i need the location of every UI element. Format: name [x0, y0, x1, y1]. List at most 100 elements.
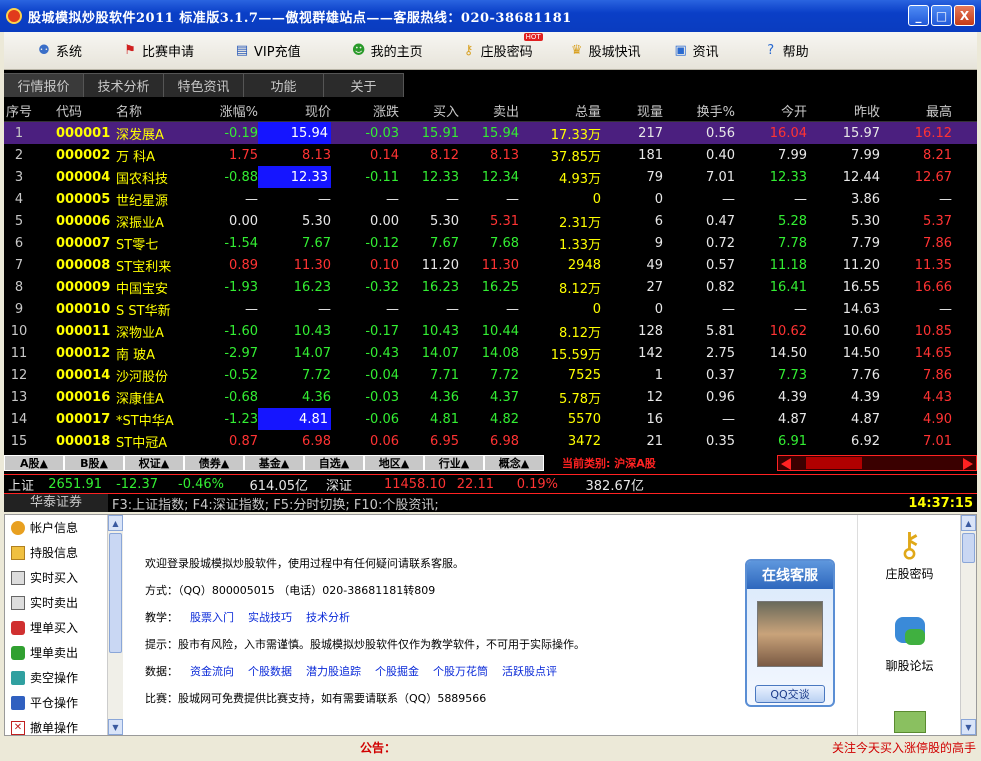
menu-zhuanggu-password[interactable]: ⚷ 庄股密码 HOT [461, 33, 543, 60]
link-technical-analysis[interactable]: 技术分析 [306, 609, 350, 625]
col-header-name[interactable]: 名称 [116, 100, 190, 122]
minimize-button[interactable]: _ [908, 5, 929, 26]
nav-holdings[interactable]: 持股信息 [5, 540, 107, 565]
table-row[interactable]: 11 000012 南 玻A -2.97 14.07 -0.43 14.07 14.08 15.… [4, 342, 977, 364]
table-row[interactable]: 9 000010 S ST华新 — — — — — 0 0 — — 14.63 — [4, 298, 977, 320]
link-practical-skills[interactable]: 实战技巧 [248, 609, 292, 625]
menu-contest-apply[interactable]: ⚑ 比赛申请 [122, 41, 194, 60]
category-concept[interactable]: 概念▲ [484, 455, 544, 471]
scroll-down-icon[interactable]: ▼ [108, 719, 123, 735]
link-active-stock-review[interactable]: 活跃股点评 [502, 663, 557, 679]
scroll-thumb[interactable] [109, 533, 122, 653]
qq-chat-button[interactable]: QQ交谈 [755, 685, 825, 703]
nav-scrollbar[interactable]: ▲ ▼ [107, 515, 123, 735]
nav-limit-sell[interactable]: 埋单卖出 [5, 640, 107, 665]
table-row[interactable]: 5 000006 深振业A 0.00 5.30 0.00 5.30 5.31 2.31万 6 0.4… [4, 210, 977, 232]
category-bonds[interactable]: 债券▲ [184, 455, 244, 471]
table-row[interactable]: 7 000008 ST宝利来 0.89 11.30 0.10 11.20 11.30 2948 4… [4, 254, 977, 276]
menu-stock-news[interactable]: ♛ 股城快讯 [569, 41, 641, 60]
table-row[interactable]: 6 000007 ST零七 -1.54 7.67 -0.12 7.67 7.68 1.33万 9 0… [4, 232, 977, 254]
col-header-price[interactable]: 现价 [258, 100, 331, 122]
shortcut-forum[interactable]: 聊股论坛 [858, 617, 961, 674]
nav-limit-buy[interactable]: 埋单买入 [5, 615, 107, 640]
col-header-chg[interactable]: 涨跌 [331, 100, 399, 122]
table-row[interactable]: 13 000016 深康佳A -0.68 4.36 -0.03 4.36 4.37 5.78万 1… [4, 386, 977, 408]
link-stock-intro[interactable]: 股票入门 [190, 609, 234, 625]
category-b-shares[interactable]: B股▲ [64, 455, 124, 471]
table-row[interactable]: 4 000005 世纪星源 — — — — — 0 0 — — 3.86 — [4, 188, 977, 210]
menu-help[interactable]: ? 帮助 [763, 41, 808, 60]
link-stock-data[interactable]: 个股数据 [248, 663, 292, 679]
content-scrollbar[interactable]: ▲ ▼ [960, 515, 976, 735]
category-a-shares[interactable]: A股▲ [4, 455, 64, 471]
link-potential-tracking[interactable]: 潜力股追踪 [306, 663, 361, 679]
col-header-cur-volume[interactable]: 现量 [601, 100, 663, 122]
horizontal-scrollbar[interactable] [777, 455, 977, 471]
category-industry[interactable]: 行业▲ [424, 455, 484, 471]
col-header-volume[interactable]: 总量 [519, 100, 601, 122]
scroll-thumb[interactable] [806, 457, 862, 469]
category-region[interactable]: 地区▲ [364, 455, 424, 471]
menu-vip-recharge[interactable]: ▤ VIP充值 [234, 41, 301, 60]
cell-price: 15.94 [258, 122, 331, 144]
cell-price: 8.13 [302, 147, 331, 163]
cell-chg-pct: 1.75 [229, 147, 258, 163]
col-header-index[interactable]: 序号 [4, 100, 34, 122]
col-header-prev-close[interactable]: 昨收 [807, 100, 880, 122]
cell-chg: — [386, 301, 399, 317]
shortcut-money[interactable] [858, 711, 961, 733]
link-stock-mining[interactable]: 个股掘金 [375, 663, 419, 679]
link-stock-kaleidoscope[interactable]: 个股万花筒 [433, 663, 488, 679]
col-header-chg-pct[interactable]: 涨幅% [190, 100, 258, 122]
key-icon: ⚷ [897, 525, 922, 565]
nav-realtime-sell[interactable]: 实时卖出 [5, 590, 107, 615]
col-header-ask[interactable]: 卖出 [459, 100, 519, 122]
col-header-open[interactable]: 今开 [735, 100, 807, 122]
shortcut-hint: F3:上证指数; F4:深证指数; F5:分时切换; F10:个股资讯; [112, 497, 439, 513]
table-row[interactable]: 14 000017 *ST中华A -1.23 4.81 -0.06 4.81 4.82 5570… [4, 408, 977, 430]
scroll-up-icon[interactable]: ▲ [108, 515, 123, 531]
tab-technical[interactable]: 技术分析 [84, 73, 164, 97]
trophy-icon: ♛ [570, 43, 583, 58]
col-header-code[interactable]: 代码 [34, 100, 116, 122]
col-header-turnover[interactable]: 换手% [663, 100, 735, 122]
notice-marquee[interactable]: 关注今天买入涨停股的高手 [832, 739, 977, 756]
nav-account-info[interactable]: 帐户信息 [5, 515, 107, 540]
col-header-bid[interactable]: 买入 [399, 100, 459, 122]
category-watchlist[interactable]: 自选▲ [304, 455, 364, 471]
shortcut-zhuanggu-password[interactable]: ⚷ 庄股密码 [858, 525, 961, 582]
maximize-button[interactable]: □ [931, 5, 952, 26]
nav-realtime-buy[interactable]: 实时买入 [5, 565, 107, 590]
cell-price: 14.07 [293, 345, 331, 361]
table-row[interactable]: 3 000004 国农科技 -0.88 12.33 -0.11 12.33 12.34 4.93… [4, 166, 977, 188]
tab-about[interactable]: 关于 [324, 73, 404, 97]
table-row[interactable]: 12 000014 沙河股份 -0.52 7.72 -0.04 7.71 7.72 7525 1 0… [4, 364, 977, 386]
scroll-down-icon[interactable]: ▼ [961, 719, 976, 735]
category-warrants[interactable]: 权证▲ [124, 455, 184, 471]
scroll-up-icon[interactable]: ▲ [961, 515, 976, 531]
link-fund-flow[interactable]: 资金流向 [190, 663, 234, 679]
menu-info[interactable]: ▣ 资讯 [673, 41, 719, 60]
scroll-right-icon[interactable] [963, 458, 973, 470]
tab-quotes[interactable]: 行情报价 [4, 73, 84, 97]
table-row[interactable]: 2 000002 万 科A 1.75 8.13 0.14 8.12 8.13 37.85万 181… [4, 144, 977, 166]
menu-system[interactable]: ⚉ 系统 [36, 41, 82, 60]
table-row[interactable]: 15 000018 ST中冠A 0.87 6.98 0.06 6.95 6.98 3472 21 0… [4, 430, 977, 452]
category-funds[interactable]: 基金▲ [244, 455, 304, 471]
close-button[interactable]: X [954, 5, 975, 26]
tab-functions[interactable]: 功能 [244, 73, 324, 97]
nav-short-sell[interactable]: 卖空操作 [5, 665, 107, 690]
menu-my-homepage[interactable]: ☻ 我的主页 [351, 41, 423, 60]
scroll-left-icon[interactable] [781, 458, 791, 470]
tab-featured-info[interactable]: 特色资讯 [164, 73, 244, 97]
table-row[interactable]: 1 000001 深发展A -0.19 15.94 -0.03 15.91 15.94 17.3… [4, 122, 977, 144]
nav-close-position[interactable]: 平仓操作 [5, 690, 107, 715]
sz-index-label[interactable]: 深证 [326, 475, 370, 494]
table-row[interactable]: 8 000009 中国宝安 -1.93 16.23 -0.32 16.23 16.25 8.12… [4, 276, 977, 298]
col-header-high[interactable]: 最高 [880, 100, 952, 122]
cell-chg-pct: — [245, 191, 258, 207]
sh-index-label[interactable]: 上证 [8, 475, 44, 494]
table-row[interactable]: 10 000011 深物业A -1.60 10.43 -0.17 10.43 10.44 8.1… [4, 320, 977, 342]
scroll-thumb[interactable] [962, 533, 975, 563]
cell-turnover: 0.47 [706, 213, 735, 229]
